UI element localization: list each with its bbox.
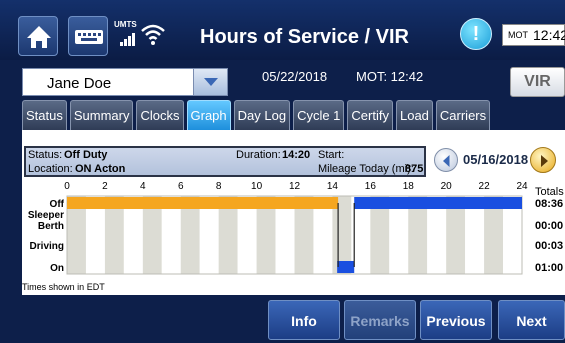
location-label: Location: xyxy=(28,163,73,175)
duration-value: 14:20 xyxy=(282,149,311,161)
duty-status-graph: 0 2 4 6 8 10 12 14 16 18 20 22 24Off 08:36SleeperBert… xyxy=(28,181,564,275)
tab-day-log[interactable]: Day Log xyxy=(233,100,291,130)
location-value: ON Acton xyxy=(75,163,126,175)
tab-load[interactable]: Load xyxy=(395,100,433,130)
x-tick-label: 22 xyxy=(479,181,491,192)
x-tick-label: 6 xyxy=(178,181,184,192)
duration-label: Duration: xyxy=(236,149,281,161)
row-total: 01:00 xyxy=(535,262,563,274)
status-value: Off Duty xyxy=(64,149,108,161)
tab-clocks[interactable]: Clocks xyxy=(136,100,184,130)
x-tick-label: 8 xyxy=(216,181,222,192)
row-total: 00:03 xyxy=(535,240,563,252)
row-label: Berth xyxy=(38,221,64,232)
alert-button[interactable]: ! xyxy=(460,18,492,50)
home-button[interactable] xyxy=(18,16,58,56)
timezone-note: Times shown in EDT xyxy=(22,282,105,292)
driver-select[interactable]: Jane Doe xyxy=(22,68,228,96)
x-tick-label: 2 xyxy=(102,181,108,192)
duty-segment xyxy=(67,197,339,209)
wifi-icon xyxy=(141,24,165,45)
mileage-label: Mileage Today (mi): xyxy=(318,163,414,175)
chevron-right-icon xyxy=(541,155,548,167)
tab-status[interactable]: Status xyxy=(22,100,67,130)
alert-icon: ! xyxy=(472,23,480,45)
previous-day-button[interactable] xyxy=(434,148,458,172)
previous-button[interactable]: Previous xyxy=(420,300,492,340)
x-tick-label: 10 xyxy=(251,181,263,192)
graph-panel: Status: Off Duty Duration: 14:20 Start: … xyxy=(22,130,565,295)
duty-segment xyxy=(354,197,522,209)
x-tick-label: 24 xyxy=(516,181,528,192)
tab-graph[interactable]: Graph xyxy=(186,100,231,130)
row-label: Off xyxy=(50,199,65,210)
x-tick-label: 12 xyxy=(289,181,301,192)
app-title: Hours of Service / VIR xyxy=(200,26,409,48)
totals-label: Totals xyxy=(535,186,564,198)
mileage-value: 875 xyxy=(405,163,424,175)
tab-bar: Status Summary Clocks Graph Day Log Cycl… xyxy=(22,100,491,130)
mot-clock-label: MOT xyxy=(508,30,528,40)
x-tick-label: 20 xyxy=(441,181,453,192)
driver-mot-time: MOT: 12:42 xyxy=(356,69,424,84)
status-info-box: Status: Off Duty Duration: 14:20 Start: … xyxy=(24,146,426,177)
mot-clock: MOT 12:42 xyxy=(502,24,565,46)
next-button[interactable]: Next xyxy=(498,300,565,340)
mot-clock-time: 12:42 xyxy=(533,27,565,43)
x-tick-label: 4 xyxy=(140,181,146,192)
tab-carriers[interactable]: Carriers xyxy=(435,100,491,130)
tab-cycle-1[interactable]: Cycle 1 xyxy=(293,100,345,130)
signal-icon xyxy=(120,33,135,46)
tab-summary[interactable]: Summary xyxy=(69,100,134,130)
row-total: 00:00 xyxy=(535,220,563,232)
row-label: Sleeper xyxy=(28,210,64,221)
home-icon xyxy=(27,26,51,48)
info-button[interactable]: Info xyxy=(268,300,340,340)
status-label: Status: xyxy=(28,149,63,161)
top-bar: UMTS Hours of Service / VIR ! MOT 12:42 xyxy=(0,0,565,60)
log-date: 05/16/2018 xyxy=(463,152,529,167)
duty-segment xyxy=(337,261,355,273)
vir-button[interactable]: VIR xyxy=(510,67,565,97)
row-total: 08:36 xyxy=(535,198,563,210)
row-label: On xyxy=(50,263,64,274)
remarks-button[interactable]: Remarks xyxy=(344,300,416,340)
row-label: Driving xyxy=(30,241,64,252)
x-tick-label: 16 xyxy=(365,181,377,192)
driver-dropdown-button[interactable] xyxy=(193,69,227,95)
chevron-down-icon xyxy=(204,78,218,86)
x-tick-label: 14 xyxy=(327,181,339,192)
next-day-button[interactable] xyxy=(530,147,556,173)
start-label: Start: xyxy=(318,149,345,161)
driver-name: Jane Doe xyxy=(47,75,112,92)
current-date: 05/22/2018 xyxy=(262,69,328,84)
chevron-left-icon xyxy=(443,155,450,167)
tab-certify[interactable]: Certify xyxy=(347,100,393,130)
x-tick-label: 0 xyxy=(64,181,70,192)
x-tick-label: 18 xyxy=(403,181,415,192)
keyboard-icon xyxy=(75,30,103,44)
keyboard-button[interactable] xyxy=(68,16,108,56)
